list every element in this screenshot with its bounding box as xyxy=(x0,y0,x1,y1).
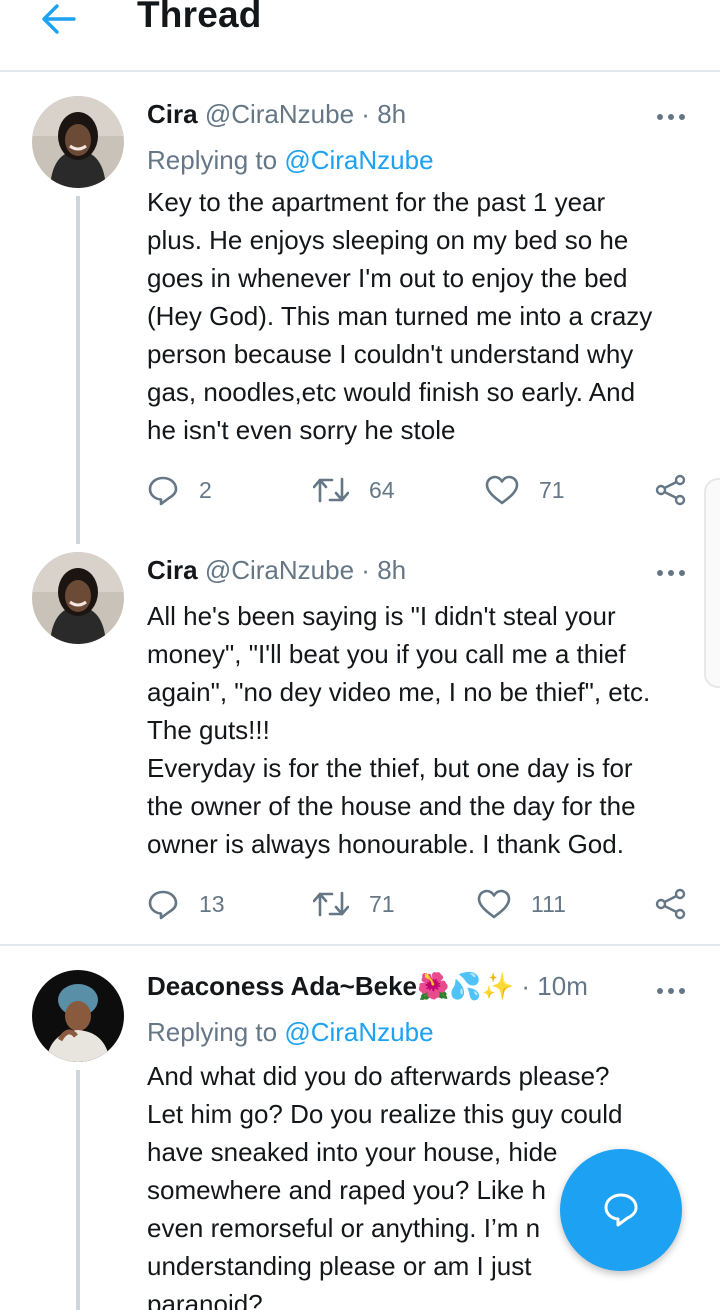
retweet-count: 64 xyxy=(369,476,395,503)
user-handle[interactable]: @CiraNzube xyxy=(205,555,354,585)
thread-line xyxy=(76,1070,80,1310)
replying-to-label: Replying to xyxy=(147,145,278,175)
tweet-meta: Deaconess Ada~Beke🌺💦✨ · 10m xyxy=(147,971,588,1002)
display-name[interactable]: Cira xyxy=(147,555,198,585)
tweet[interactable]: Cira @CiraNzube · 8h Replying to @CiraNz… xyxy=(0,74,720,544)
reply-count: 2 xyxy=(199,476,212,503)
more-options-button[interactable] xyxy=(655,984,687,996)
meta-separator: · xyxy=(361,99,370,129)
meta-separator: · xyxy=(521,971,531,1001)
tweet-time[interactable]: 10m xyxy=(537,971,588,1001)
compose-reply-button[interactable] xyxy=(560,1149,682,1271)
display-name[interactable]: Deaconess Ada~Beke xyxy=(147,971,417,1001)
reply-button[interactable]: 2 xyxy=(147,470,212,510)
share-button[interactable] xyxy=(655,884,687,924)
side-panel-edge xyxy=(704,478,720,688)
top-bar: Thread xyxy=(0,0,720,72)
more-options-button[interactable] xyxy=(655,566,687,578)
tweet-time[interactable]: 8h xyxy=(377,99,406,129)
more-dots-icon xyxy=(657,988,685,994)
user-handle[interactable]: @CiraNzube xyxy=(205,99,354,129)
reply-button[interactable]: 13 xyxy=(147,884,225,924)
mention-link[interactable]: @CiraNzube xyxy=(284,1017,433,1047)
replying-to: Replying to @CiraNzube xyxy=(147,1017,434,1048)
tweet-text: All he's been saying is "I didn't steal … xyxy=(147,601,651,859)
display-name[interactable]: Cira xyxy=(147,99,198,129)
tweet-time[interactable]: 8h xyxy=(377,555,406,585)
thread-line xyxy=(76,196,80,544)
avatar[interactable] xyxy=(32,552,124,644)
tweet-meta: Cira @CiraNzube · 8h xyxy=(147,555,406,586)
name-emojis: 🌺💦✨ xyxy=(417,971,515,1001)
arrow-left-icon xyxy=(42,4,76,34)
mention-link[interactable]: @CiraNzube xyxy=(284,145,433,175)
compose-reply-icon xyxy=(604,1193,638,1227)
meta-separator: · xyxy=(361,555,370,585)
page-title: Thread xyxy=(137,0,262,35)
avatar[interactable] xyxy=(32,96,124,188)
more-dots-icon xyxy=(657,114,685,120)
retweet-button[interactable]: 64 xyxy=(313,470,395,510)
more-dots-icon xyxy=(657,570,685,576)
back-button[interactable] xyxy=(38,2,78,36)
like-count: 71 xyxy=(539,476,565,503)
retweet-button[interactable]: 71 xyxy=(313,884,395,924)
share-icon xyxy=(655,888,686,920)
replying-to-label: Replying to xyxy=(147,1017,278,1047)
like-button[interactable]: 71 xyxy=(485,470,565,510)
heart-icon xyxy=(485,475,519,505)
like-count: 111 xyxy=(531,890,566,917)
retweet-count: 71 xyxy=(369,890,395,917)
tweet-actions: 13 71 111 xyxy=(147,884,692,924)
avatar[interactable] xyxy=(32,970,124,1062)
share-icon xyxy=(655,474,686,506)
tweet[interactable]: Cira @CiraNzube · 8h All he's been sayin… xyxy=(0,530,720,944)
reply-count: 13 xyxy=(199,890,225,917)
tweet-meta: Cira @CiraNzube · 8h xyxy=(147,99,406,130)
like-button[interactable]: 111 xyxy=(477,884,566,924)
reply-icon xyxy=(148,476,178,506)
tweet-text: Key to the apartment for the past 1 year… xyxy=(147,187,653,445)
retweet-icon xyxy=(313,891,349,917)
tweet-actions: 2 64 71 xyxy=(147,470,692,510)
heart-icon xyxy=(477,889,511,919)
more-options-button[interactable] xyxy=(655,110,687,122)
replying-to: Replying to @CiraNzube xyxy=(147,145,434,176)
retweet-icon xyxy=(313,477,349,503)
reply-icon xyxy=(148,890,178,920)
share-button[interactable] xyxy=(655,470,687,510)
